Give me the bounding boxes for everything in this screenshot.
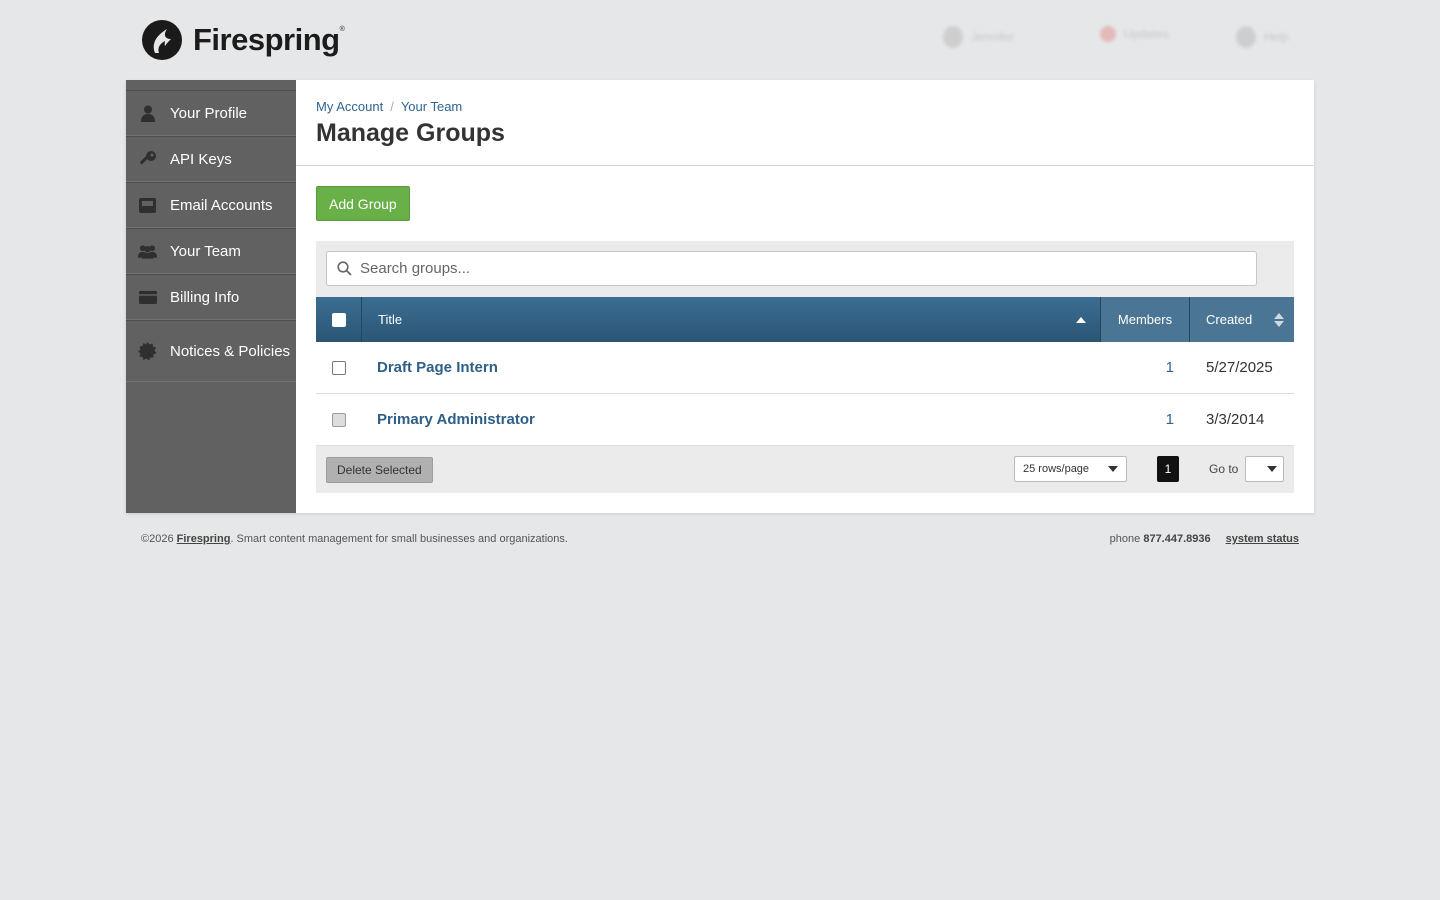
seal-icon	[138, 341, 157, 361]
page-title: Manage Groups	[316, 119, 505, 147]
sort-both-icon	[1274, 312, 1284, 327]
phone-number: 877.447.8936	[1143, 533, 1211, 545]
breadcrumb-separator: /	[390, 99, 394, 114]
group-members-link[interactable]: 1	[1101, 411, 1190, 428]
row-select	[316, 412, 362, 427]
help-label: Help	[1264, 30, 1289, 44]
flame-logo-icon	[142, 20, 182, 60]
sidebar-item-label: Your Profile	[170, 104, 247, 122]
column-header-title-label: Title	[378, 312, 403, 327]
groups-table: Title Members Created Draft Page Intern …	[316, 241, 1294, 493]
column-header-title[interactable]: Title	[362, 297, 1101, 342]
page-header: My Account / Your Team Manage Groups	[296, 80, 1314, 166]
search-icon	[337, 261, 352, 276]
main-card: Your Profile API Keys Email Accounts You…	[126, 80, 1314, 513]
footer-left: ©2026 Firespring. Smart content manageme…	[141, 533, 568, 545]
table-header: Title Members Created	[316, 297, 1294, 342]
delete-selected-button[interactable]: Delete Selected	[326, 456, 433, 483]
phone-label: phone	[1109, 533, 1141, 545]
add-group-button[interactable]: Add Group	[316, 186, 410, 221]
account-label: Jennifer	[971, 30, 1014, 44]
header-select-all[interactable]	[316, 297, 362, 342]
sidebar-item-label: Notices & Policies	[170, 342, 291, 360]
sidebar-item-your-team[interactable]: Your Team	[126, 228, 296, 274]
sidebar-item-notices-policies[interactable]: Notices & Policies	[126, 320, 296, 382]
account-menu[interactable]: Jennifer	[943, 26, 1014, 48]
chevron-down-icon	[1267, 466, 1277, 472]
group-title-link[interactable]: Draft Page Intern	[362, 359, 1101, 376]
team-icon	[138, 242, 157, 261]
page-1-button[interactable]: 1	[1157, 456, 1179, 482]
main-content: My Account / Your Team Manage Groups Add…	[296, 80, 1314, 513]
search-bar	[316, 241, 1294, 297]
row-select[interactable]	[316, 360, 362, 375]
user-icon	[943, 26, 963, 48]
footer-tagline: . Smart content management for small bus…	[230, 533, 568, 545]
logo-text: Firespring®	[193, 22, 345, 58]
sidebar-item-label: API Keys	[170, 150, 232, 168]
select-all-checkbox[interactable]	[331, 312, 346, 327]
sidebar-item-label: Your Team	[170, 242, 241, 260]
system-status-link[interactable]: system status	[1226, 533, 1299, 545]
brand-name: Firespring	[193, 22, 340, 57]
updates-label: Updates	[1124, 27, 1169, 41]
credit-card-icon	[138, 288, 157, 307]
registered-mark: ®	[339, 26, 345, 33]
footer-right: phone 877.447.8936 system status	[1110, 533, 1299, 545]
updates-menu[interactable]: Updates	[1100, 26, 1169, 42]
goto-page-select[interactable]	[1245, 456, 1284, 482]
row-checkbox[interactable]	[332, 360, 346, 375]
table-footer: Delete Selected 25 rows/page 1 Go to	[316, 446, 1294, 493]
sidebar-item-billing-info[interactable]: Billing Info	[126, 274, 296, 320]
sidebar-item-label: Billing Info	[170, 288, 240, 306]
rows-per-page-value: 25 rows/page	[1023, 463, 1090, 475]
breadcrumb-your-team[interactable]: Your Team	[401, 99, 462, 114]
footer-phone: phone 877.447.8936	[1110, 533, 1211, 545]
sidebar-item-label: Email Accounts	[170, 196, 273, 214]
breadcrumb: My Account / Your Team	[316, 99, 1294, 114]
table-row: Draft Page Intern 1 5/27/2025	[316, 342, 1294, 394]
sidebar-item-your-profile[interactable]: Your Profile	[126, 90, 296, 136]
inbox-icon	[138, 196, 157, 215]
sidebar-item-api-keys[interactable]: API Keys	[126, 136, 296, 182]
sidebar-item-email-accounts[interactable]: Email Accounts	[126, 182, 296, 228]
column-header-members[interactable]: Members	[1101, 297, 1190, 342]
footer-brand-link[interactable]: Firespring	[177, 533, 231, 545]
group-created-date: 5/27/2025	[1206, 359, 1273, 376]
rows-per-page-select[interactable]: 25 rows/page	[1014, 456, 1127, 482]
column-header-created[interactable]: Created	[1190, 297, 1294, 342]
sort-ascending-icon	[1076, 316, 1086, 323]
search-box[interactable]	[326, 251, 1257, 286]
search-input[interactable]	[360, 260, 1240, 277]
group-created-date: 3/3/2014	[1206, 411, 1265, 428]
table-row: Primary Administrator 1 3/3/2014	[316, 394, 1294, 446]
user-icon	[138, 104, 157, 123]
goto-label: Go to	[1209, 462, 1239, 476]
chevron-down-icon	[1108, 466, 1118, 472]
breadcrumb-my-account[interactable]: My Account	[316, 99, 383, 114]
group-members-link[interactable]: 1	[1101, 359, 1190, 376]
group-title-link[interactable]: Primary Administrator	[362, 411, 1101, 428]
top-bar: Firespring® Jennifer Updates Help	[0, 0, 1440, 80]
firespring-logo[interactable]: Firespring®	[141, 19, 345, 61]
copyright: ©2026	[141, 533, 174, 545]
notification-icon	[1100, 26, 1116, 42]
help-icon	[1236, 26, 1256, 48]
column-header-members-label: Members	[1117, 312, 1173, 327]
column-header-created-label: Created	[1206, 312, 1253, 327]
account-sidebar: Your Profile API Keys Email Accounts You…	[126, 80, 296, 513]
key-icon	[138, 150, 157, 169]
row-checkbox-disabled	[332, 412, 346, 427]
help-menu[interactable]: Help	[1236, 26, 1289, 48]
page-footer: ©2026 Firespring. Smart content manageme…	[141, 533, 1299, 545]
